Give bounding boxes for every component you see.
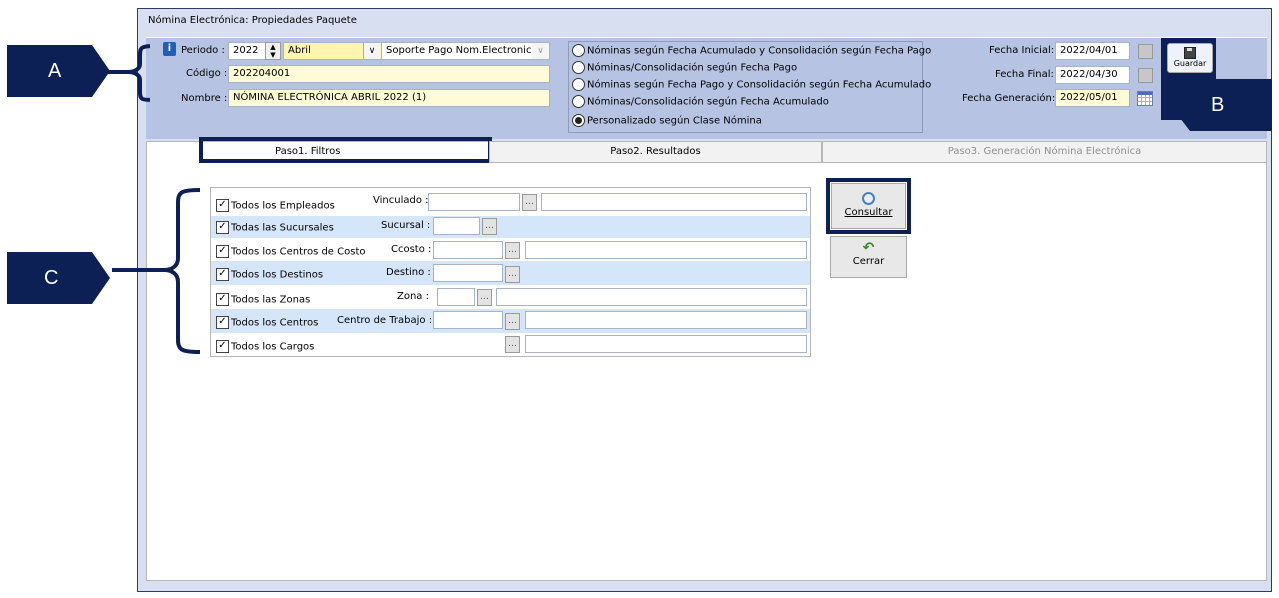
fecha-final-label: Fecha Final: [995, 69, 1054, 80]
consultar-button[interactable]: Consultar [831, 183, 906, 229]
sucursal-label: Sucursal : [381, 220, 431, 231]
tab-paso3-label: Paso3. Generación Nómina Electrónica [947, 146, 1142, 157]
check-zonas[interactable]: ✓ Todos las Zonas [216, 293, 310, 306]
callout-c-label: C [44, 267, 59, 289]
fecha-final-field[interactable]: 2022/04/30 [1055, 66, 1130, 84]
radio-option-4[interactable]: Nóminas/Consolidación según Fecha Acumul… [572, 95, 829, 108]
soporte-select[interactable]: Soporte Pago Nom.Electronica [381, 42, 550, 60]
calendar-icon[interactable] [1138, 68, 1153, 83]
centro-trabajo-name-field[interactable] [525, 311, 807, 329]
check-centros[interactable]: ✓ Todos los Centros [216, 316, 318, 329]
nombre-field[interactable]: NÓMINA ELECTRÓNICA ABRIL 2022 (1) [228, 89, 550, 107]
chevron-down-icon[interactable]: ∨ [363, 43, 380, 59]
destino-field[interactable] [433, 264, 503, 282]
vinculado-label: Vinculado : [373, 195, 429, 206]
check-sucursales[interactable]: ✓ Todas las Sucursales [216, 221, 334, 234]
periodo-label: Periodo : [181, 45, 225, 56]
undo-arrow-icon: ↶ [862, 240, 875, 256]
cargo-name-field[interactable] [525, 335, 807, 353]
callout-a-box [7, 45, 110, 97]
zona-field[interactable] [437, 288, 475, 306]
callout-b-label: B [1211, 94, 1225, 116]
guardar-label: Guardar [1173, 59, 1207, 68]
zona-lookup-button[interactable]: … [477, 289, 492, 306]
centro-trabajo-label: Centro de Trabajo : [337, 315, 433, 326]
calendar-icon[interactable] [1138, 44, 1153, 59]
window-title: Nómina Electrónica: Propiedades Paquete [148, 15, 357, 26]
fecha-generacion-field[interactable]: 2022/05/01 [1055, 89, 1130, 107]
tab-paso2[interactable]: Paso2. Resultados [489, 141, 822, 163]
tab-paso1-label: Paso1. Filtros [275, 146, 341, 157]
vinculado-field[interactable] [428, 193, 520, 211]
centro-trabajo-field[interactable] [433, 311, 503, 329]
codigo-field[interactable]: 202204001 [228, 65, 550, 83]
radio-option-2[interactable]: Nóminas/Consolidación según Fecha Pago [572, 61, 797, 74]
vinculado-lookup-button[interactable]: … [522, 194, 537, 211]
tab-paso1-highlight [199, 137, 492, 163]
fecha-generacion-label: Fecha Generación: [962, 93, 1056, 104]
callout-a-label: A [48, 60, 62, 82]
info-icon[interactable]: i [163, 42, 176, 56]
tab-paso3[interactable]: Paso3. Generación Nómina Electrónica [822, 141, 1267, 163]
vinculado-name-field[interactable] [541, 193, 807, 211]
centro-trabajo-lookup-button[interactable]: … [505, 313, 520, 330]
check-destinos[interactable]: ✓ Todos los Destinos [216, 268, 323, 281]
nombre-label: Nombre : [181, 93, 228, 104]
fecha-inicial-field[interactable]: 2022/04/01 [1055, 42, 1130, 60]
consultar-label: Consultar [844, 207, 893, 218]
codigo-label: Código : [186, 68, 228, 79]
radio-option-5[interactable]: Personalizado según Clase Nómina [572, 114, 762, 127]
sucursal-lookup-button[interactable]: … [482, 218, 497, 235]
chevron-down-icon[interactable]: ∨ [532, 43, 549, 59]
ccosto-name-field[interactable] [525, 241, 807, 259]
tab-paso2-label: Paso2. Resultados [610, 146, 701, 157]
calendar-icon[interactable] [1137, 91, 1153, 106]
fecha-inicial-label: Fecha Inicial: [989, 45, 1055, 56]
check-ccosto[interactable]: ✓ Todos los Centros de Costo [216, 245, 366, 258]
check-cargos[interactable]: ✓ Todos los Cargos [216, 340, 314, 353]
cerrar-label: Cerrar [852, 256, 885, 267]
callout-c-box [7, 252, 110, 304]
ccosto-field[interactable] [433, 241, 503, 259]
magnifier-icon [862, 192, 875, 205]
cargo-lookup-button[interactable]: … [505, 336, 520, 353]
check-empleados[interactable]: ✓ Todos los Empleados [216, 199, 335, 212]
zona-name-field[interactable] [496, 288, 807, 306]
guardar-button[interactable]: Guardar [1167, 43, 1213, 73]
destino-label: Destino : [386, 267, 431, 278]
destino-lookup-button[interactable]: … [505, 266, 520, 283]
radio-option-1[interactable]: Nóminas según Fecha Acumulado y Consolid… [572, 44, 931, 57]
ccosto-label: Ccosto : [391, 244, 432, 255]
zona-label: Zona : [397, 291, 429, 302]
ccosto-lookup-button[interactable]: … [505, 242, 520, 259]
sucursal-field[interactable] [433, 217, 480, 235]
year-field[interactable]: 2022 [228, 42, 266, 60]
year-spinner[interactable]: ▲ ▼ [265, 42, 281, 60]
radio-option-3[interactable]: Nóminas según Fecha Pago y Consolidación… [572, 78, 931, 91]
floppy-icon [1184, 47, 1196, 59]
cerrar-button[interactable]: ↶ Cerrar [830, 236, 907, 278]
